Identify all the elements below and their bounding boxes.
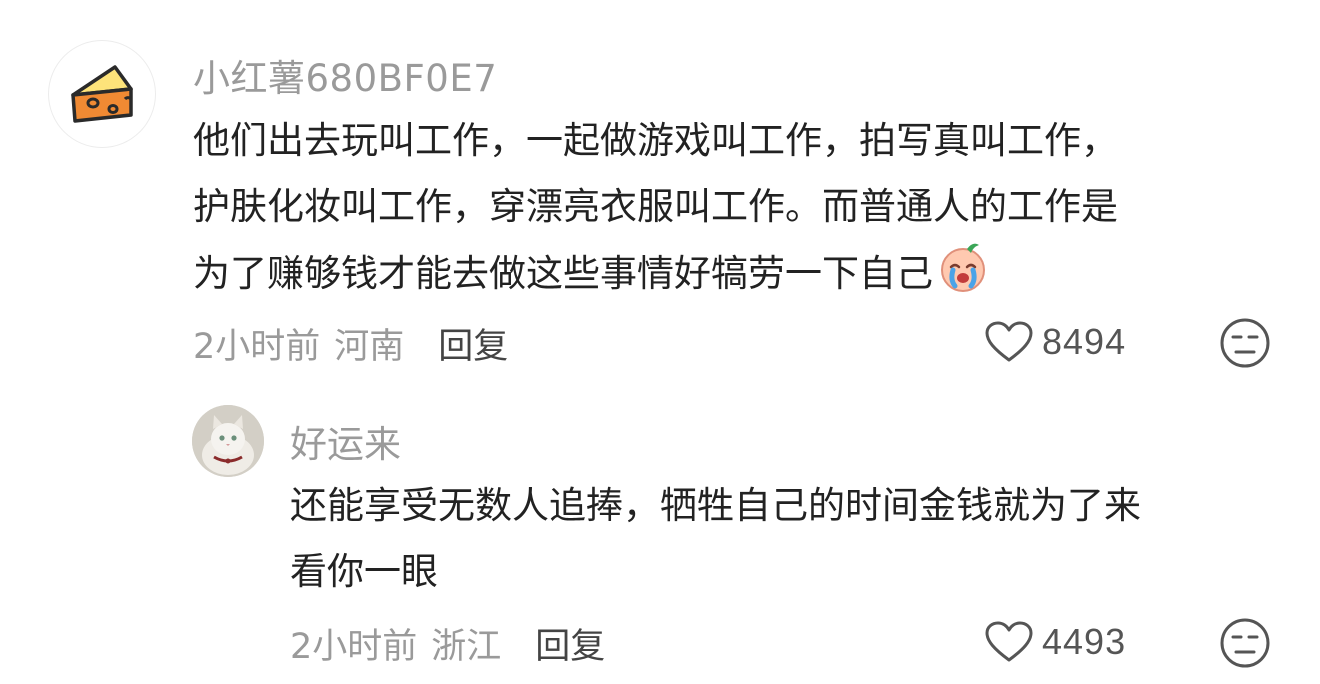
comment-meta: 2小时前 河南 回复: [193, 318, 508, 369]
comment-line: 他们出去玩叫工作，一起做游戏叫工作，拍写真叫工作，: [193, 119, 1118, 162]
reply-comment: 好运来 还能享受无数人追捧，牺牲自己的时间金钱就为了来 看你一眼 2小时前 浙江…: [0, 384, 1320, 684]
like-button[interactable]: 8494: [984, 314, 1126, 370]
location: 河南: [334, 327, 405, 367]
cat-avatar-image: [192, 405, 264, 477]
comment-line: 看你一眼: [290, 550, 438, 593]
comment-line: 护肤化妆叫工作，穿漂亮衣服叫工作。而普通人的工作是: [193, 185, 1118, 228]
comment-line-text: 为了赚够钱才能去做这些事情好犒劳一下自己: [193, 252, 933, 295]
heart-icon: [984, 620, 1034, 664]
avatar[interactable]: [48, 40, 156, 148]
comment-line: 为了赚够钱才能去做这些事情好犒劳一下自己: [193, 240, 1268, 315]
username[interactable]: 好运来: [290, 414, 401, 468]
crying-face-emoji: [937, 240, 991, 315]
comment-line: 还能享受无数人追捧，牺牲自己的时间金钱就为了来: [290, 484, 1141, 527]
comment: 小红薯680BF0E7 他们出去玩叫工作，一起做游戏叫工作，拍写真叫工作， 护肤…: [0, 0, 1320, 384]
reply-button[interactable]: 回复: [535, 618, 605, 669]
like-count: 8494: [1042, 321, 1127, 362]
comment-text: 还能享受无数人追捧，牺牲自己的时间金钱就为了来 看你一眼: [290, 473, 1280, 605]
heart-icon: [984, 320, 1034, 364]
username[interactable]: 小红薯680BF0E7: [193, 48, 497, 102]
avatar[interactable]: [192, 405, 264, 477]
like-button[interactable]: 4493: [984, 614, 1126, 670]
like-count: 4493: [1042, 621, 1127, 662]
dislike-face-icon[interactable]: [1218, 316, 1272, 370]
reply-button[interactable]: 回复: [438, 318, 508, 369]
comment-meta: 2小时前 浙江 回复: [290, 618, 605, 669]
dislike-face-icon[interactable]: [1218, 616, 1272, 670]
timestamp: 2小时前: [290, 627, 418, 667]
timestamp: 2小时前: [193, 327, 321, 367]
cheese-icon: [67, 59, 137, 129]
location: 浙江: [431, 627, 502, 667]
comment-text: 他们出去玩叫工作，一起做游戏叫工作，拍写真叫工作， 护肤化妆叫工作，穿漂亮衣服叫…: [193, 108, 1268, 315]
